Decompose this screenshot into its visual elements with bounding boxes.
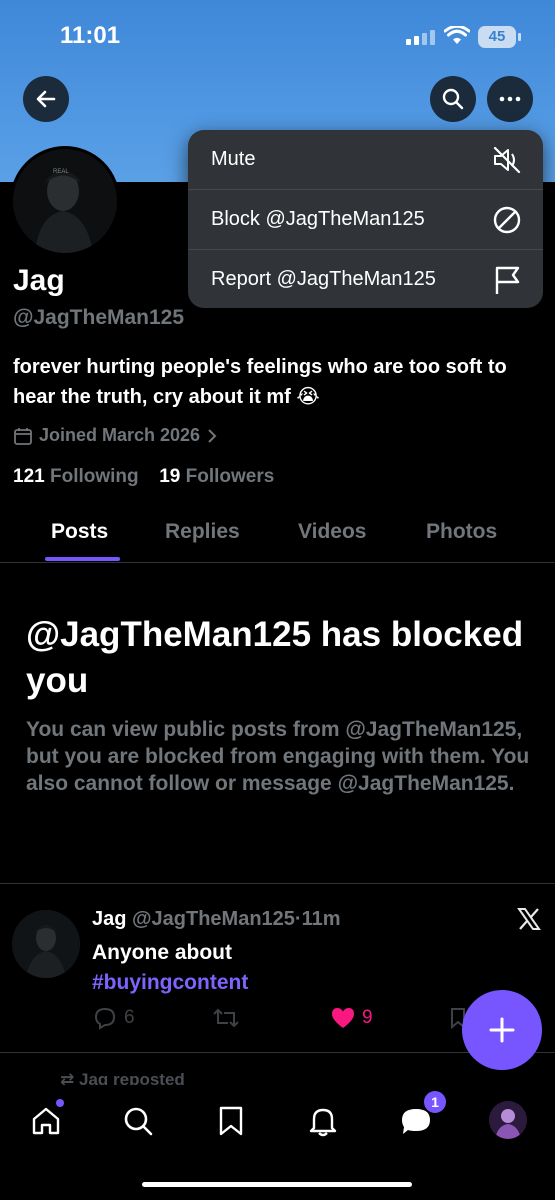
joined-date[interactable]: Joined March 2026	[13, 425, 218, 446]
reply-icon	[94, 1007, 116, 1030]
more-horizontal-icon	[499, 96, 521, 102]
search-icon	[124, 1107, 153, 1136]
active-tab-indicator	[45, 557, 120, 561]
repost-icon	[213, 1008, 239, 1028]
nav-search[interactable]	[118, 1101, 158, 1141]
blocked-description: You can view public posts from @JagTheMa…	[26, 718, 530, 795]
post-avatar[interactable]	[12, 910, 80, 978]
post-header: Jag @JagTheMan125·11m	[92, 908, 341, 931]
battery-indicator: 45	[478, 26, 521, 48]
following-label: Following	[49, 466, 139, 487]
nav-bookmarks[interactable]	[211, 1101, 251, 1141]
post-body: Anyone about #buyingcontent	[92, 938, 248, 998]
post-time: 11m	[301, 908, 341, 930]
calendar-icon	[14, 427, 32, 445]
compose-button[interactable]	[462, 990, 542, 1070]
arrow-left-icon	[36, 90, 56, 108]
home-icon	[32, 1107, 60, 1135]
post-handle[interactable]: @JagTheMan125	[132, 908, 295, 930]
menu-item-block[interactable]: Block @JagTheMan125	[188, 190, 543, 249]
avatar-cap-text: REAL	[53, 169, 69, 175]
repost-action[interactable]	[212, 1006, 240, 1030]
back-button[interactable]	[23, 76, 69, 122]
status-bar: 11:01 45	[0, 22, 555, 52]
followers-count: 19	[159, 466, 181, 487]
home-notification-dot	[56, 1099, 64, 1107]
chevron-right-icon	[208, 428, 217, 443]
user-avatar-image	[489, 1101, 527, 1139]
more-options-button[interactable]	[487, 76, 533, 122]
follow-stats: 121 Following 19 Followers	[13, 466, 274, 488]
profile-bio: forever hurting people's feelings who ar…	[13, 356, 507, 408]
tab-replies[interactable]: Replies	[165, 520, 240, 544]
wifi-icon	[444, 26, 470, 44]
post-hashtag[interactable]: #buyingcontent	[92, 968, 248, 998]
reply-count: 6	[124, 1007, 135, 1028]
mute-speaker-icon	[493, 146, 521, 174]
like-count: 9	[362, 1007, 373, 1028]
blocked-title: @JagTheMan125 has blocked you	[26, 615, 524, 700]
cellular-signal-icon	[406, 30, 435, 45]
post-author[interactable]: Jag	[92, 908, 126, 930]
tab-photos[interactable]: Photos	[426, 520, 497, 544]
profile-actions-menu: Mute Block @JagTheMan125 Report @JagTheM…	[188, 130, 543, 308]
post-separator: ·	[294, 908, 302, 930]
report-label: Report @JagTheMan125	[211, 268, 436, 290]
nav-messages[interactable]: 1	[396, 1091, 446, 1141]
followers-label: Followers	[185, 466, 275, 487]
flag-icon	[495, 266, 520, 294]
bell-icon	[309, 1108, 337, 1137]
profile-handle: @JagTheMan125	[13, 306, 185, 329]
post-avatar-image	[12, 910, 80, 978]
post-text: Anyone about	[92, 941, 232, 964]
heart-filled-icon	[332, 1008, 354, 1028]
avatar-image: REAL	[13, 149, 117, 253]
bookmark-icon	[219, 1106, 243, 1136]
like-action[interactable]: 9	[330, 1006, 373, 1030]
block-label: Block @JagTheMan125	[211, 208, 425, 230]
search-button[interactable]	[430, 76, 476, 122]
menu-item-mute[interactable]: Mute	[188, 130, 543, 189]
tab-videos[interactable]: Videos	[298, 520, 366, 544]
mute-label: Mute	[211, 148, 256, 170]
nav-notifications[interactable]	[303, 1101, 343, 1141]
followers-link[interactable]: 19 Followers	[159, 466, 274, 487]
plus-icon	[489, 1017, 515, 1043]
following-link[interactable]: 121 Following	[13, 466, 139, 487]
profile-tabs: Posts Replies Videos Photos	[0, 512, 555, 563]
joined-label: Joined March 2026	[39, 425, 201, 445]
profile-avatar[interactable]: REAL	[10, 146, 120, 256]
nav-home[interactable]	[26, 1099, 66, 1141]
home-indicator	[142, 1182, 412, 1187]
bottom-nav: 1	[0, 1085, 555, 1200]
search-icon	[442, 88, 464, 110]
following-count: 121	[13, 466, 45, 487]
messages-badge: 1	[424, 1091, 446, 1113]
menu-item-report[interactable]: Report @JagTheMan125	[188, 250, 543, 308]
reply-action[interactable]: 6	[92, 1006, 135, 1030]
status-time: 11:01	[60, 22, 121, 49]
nav-profile-avatar[interactable]	[489, 1101, 527, 1139]
x-logo-icon	[517, 908, 541, 930]
divider	[0, 883, 555, 884]
block-icon	[493, 206, 521, 234]
profile-name: Jag	[13, 264, 65, 297]
tab-posts[interactable]: Posts	[51, 520, 108, 544]
